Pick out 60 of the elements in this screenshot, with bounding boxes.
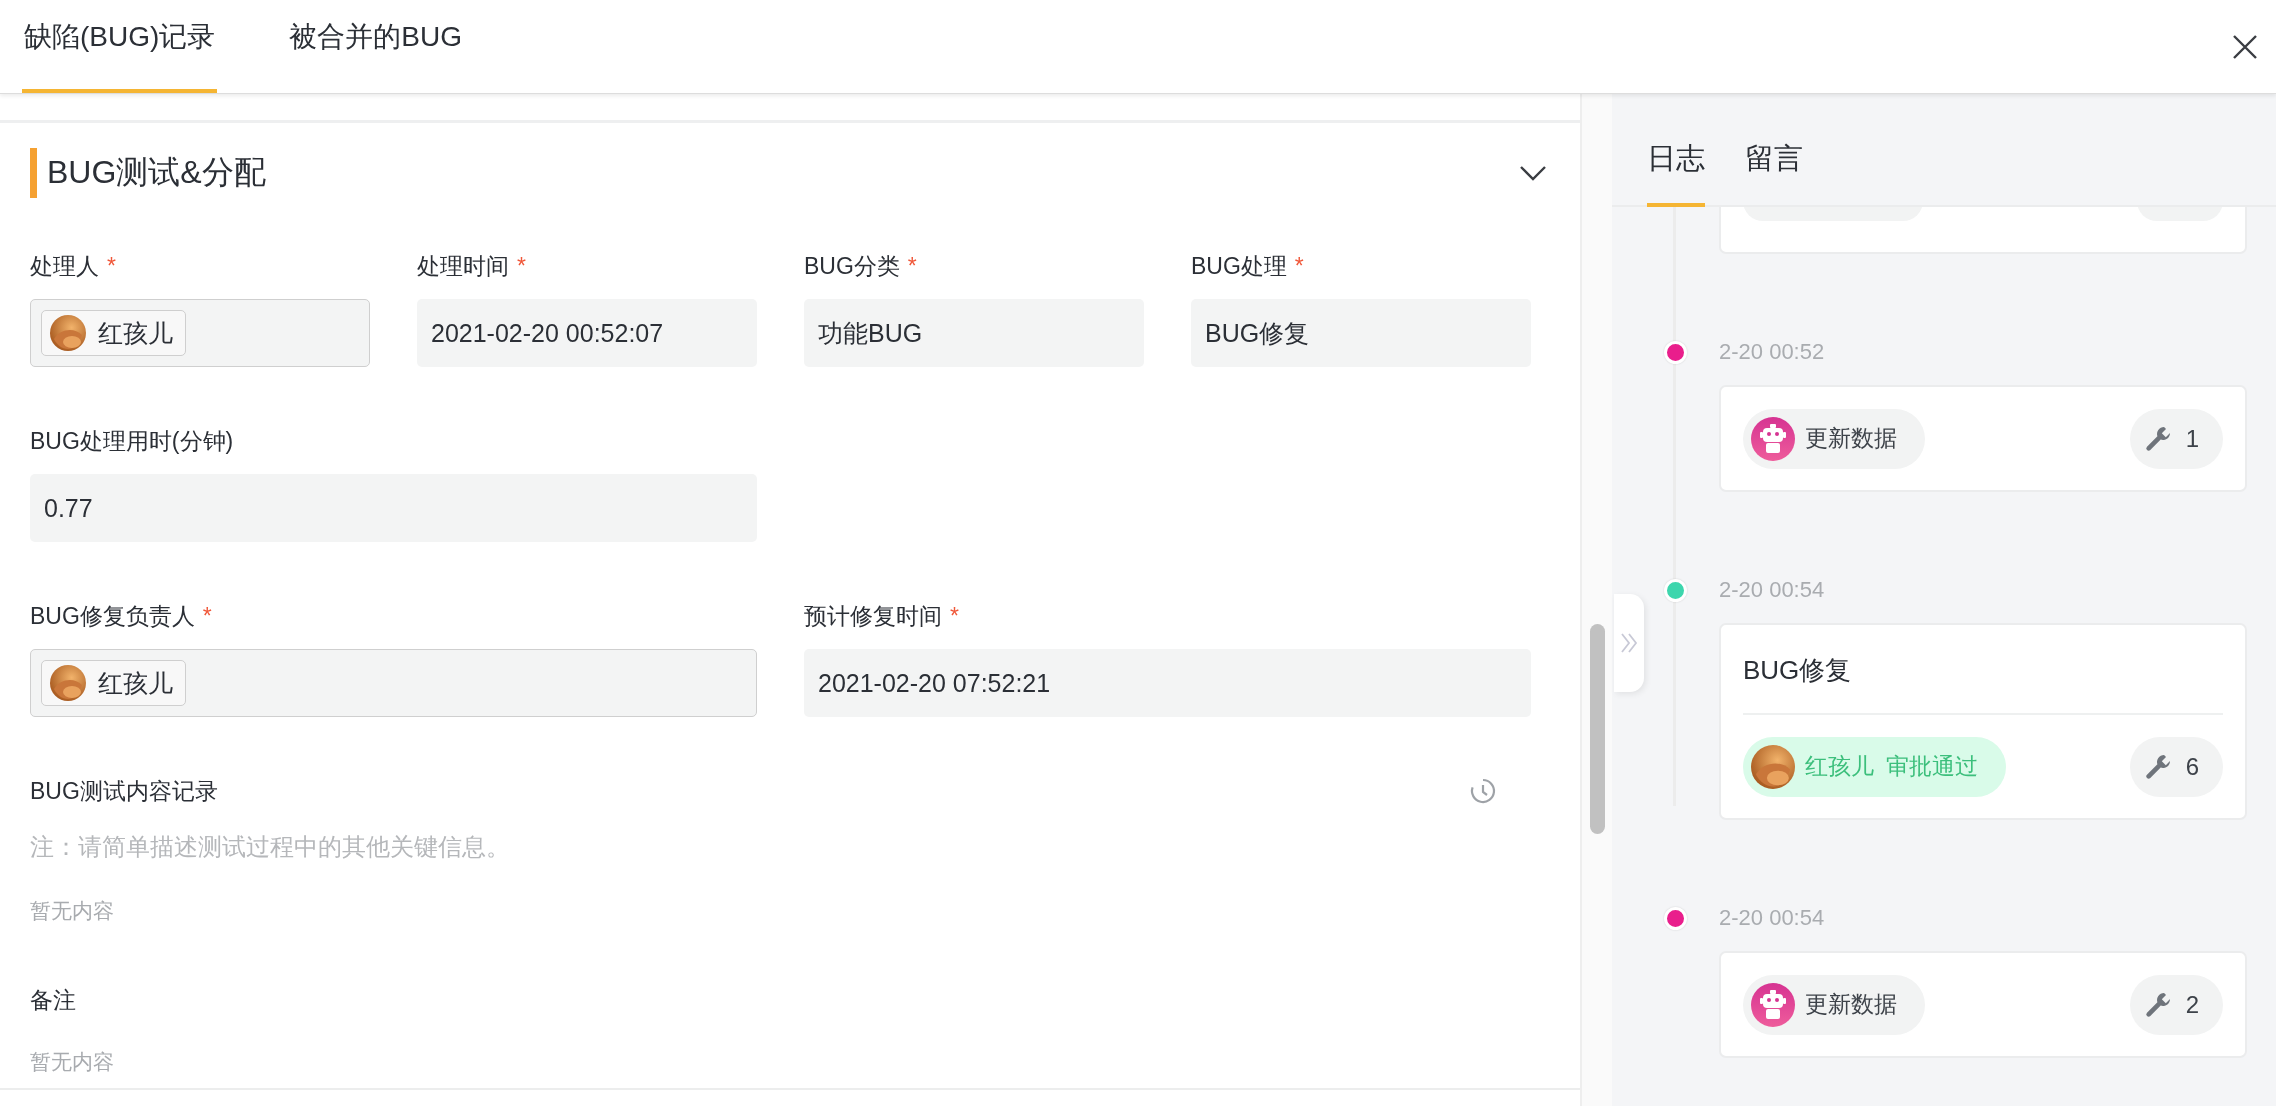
field-label: BUG修复负责人 bbox=[30, 603, 195, 629]
hint-text: 注：请简单描述测试过程中的其他关键信息。 bbox=[30, 832, 511, 862]
count-number: 2 bbox=[2185, 990, 2199, 1019]
change-count[interactable]: 6 bbox=[2129, 736, 2223, 797]
user-name: 红孩儿 bbox=[98, 317, 173, 349]
input-field[interactable]: BUG修复 bbox=[1191, 299, 1531, 367]
field-label: 备注 bbox=[30, 986, 76, 1015]
field-label: 预计修复时间 bbox=[804, 603, 942, 629]
actor-name: 更新数据 bbox=[1805, 424, 1897, 453]
field-label: 处理时间 bbox=[417, 253, 509, 279]
tab[interactable]: 留言 bbox=[1745, 113, 1803, 207]
count-number: 1 bbox=[2185, 424, 2199, 453]
log-time: 2-20 00:54 bbox=[1719, 904, 1826, 932]
history-icon[interactable] bbox=[1469, 777, 1497, 805]
section-title: BUG测试&分配 bbox=[47, 153, 266, 192]
user-chip[interactable]: 红孩儿 bbox=[41, 660, 186, 706]
wrench-icon bbox=[2143, 990, 2172, 1019]
user-chip[interactable]: 红孩儿 bbox=[41, 310, 186, 356]
log-title: BUG修复 bbox=[1743, 625, 2223, 715]
avatar bbox=[50, 665, 86, 701]
input-field[interactable]: 2021-02-20 00:52:07 bbox=[417, 299, 757, 367]
input-field[interactable]: 2021-02-20 07:52:21 bbox=[804, 649, 1531, 717]
required-mark: * bbox=[1294, 253, 1304, 279]
empty-text: 暂无内容 bbox=[30, 898, 115, 924]
user-name: 红孩儿 bbox=[98, 667, 173, 699]
actor-name: 红孩儿 bbox=[1805, 752, 1874, 781]
tab[interactable]: 日志 bbox=[1647, 113, 1705, 207]
log-time: 2-20 00:52 bbox=[1719, 338, 1826, 366]
user-field[interactable]: 红孩儿 bbox=[30, 649, 757, 717]
field-label: BUG测试内容记录 bbox=[30, 777, 218, 806]
field-label: BUG处理 bbox=[1191, 253, 1287, 279]
log-time: 2-20 00:54 bbox=[1719, 576, 1826, 604]
required-mark: * bbox=[202, 603, 212, 629]
input-field[interactable]: 0.77 bbox=[30, 474, 757, 542]
robot-icon bbox=[1751, 982, 1795, 1027]
count-number: 6 bbox=[2185, 752, 2199, 781]
required-mark: * bbox=[907, 253, 917, 279]
empty-text: 暂无内容 bbox=[30, 1049, 115, 1075]
field-label: 处理人 bbox=[30, 253, 99, 279]
section-marker bbox=[30, 148, 37, 198]
collapse-handle[interactable] bbox=[1614, 594, 1644, 692]
input-field[interactable]: 功能BUG bbox=[804, 299, 1144, 367]
user-field[interactable]: 红孩儿 bbox=[30, 299, 370, 367]
avatar bbox=[50, 315, 86, 351]
actor-name: 更新数据 bbox=[1805, 990, 1897, 1019]
scrollbar-thumb[interactable] bbox=[1590, 624, 1605, 834]
required-mark: * bbox=[517, 253, 526, 279]
required-mark: * bbox=[950, 603, 959, 629]
change-count[interactable]: 1 bbox=[2129, 408, 2223, 469]
tab[interactable]: 被合并的BUG bbox=[287, 0, 464, 93]
required-mark: * bbox=[107, 253, 116, 279]
wrench-icon bbox=[2143, 752, 2172, 781]
field-label: BUG处理用时(分钟) bbox=[30, 428, 234, 454]
wrench-icon bbox=[2143, 424, 2172, 453]
collapse-chevron-icon[interactable] bbox=[1518, 163, 1548, 183]
avatar bbox=[1751, 744, 1795, 789]
robot-icon bbox=[1751, 416, 1795, 461]
approval-status: 审批通过 bbox=[1886, 752, 1978, 781]
field-label: BUG分类 bbox=[804, 253, 900, 279]
change-count[interactable]: 2 bbox=[2129, 974, 2223, 1035]
